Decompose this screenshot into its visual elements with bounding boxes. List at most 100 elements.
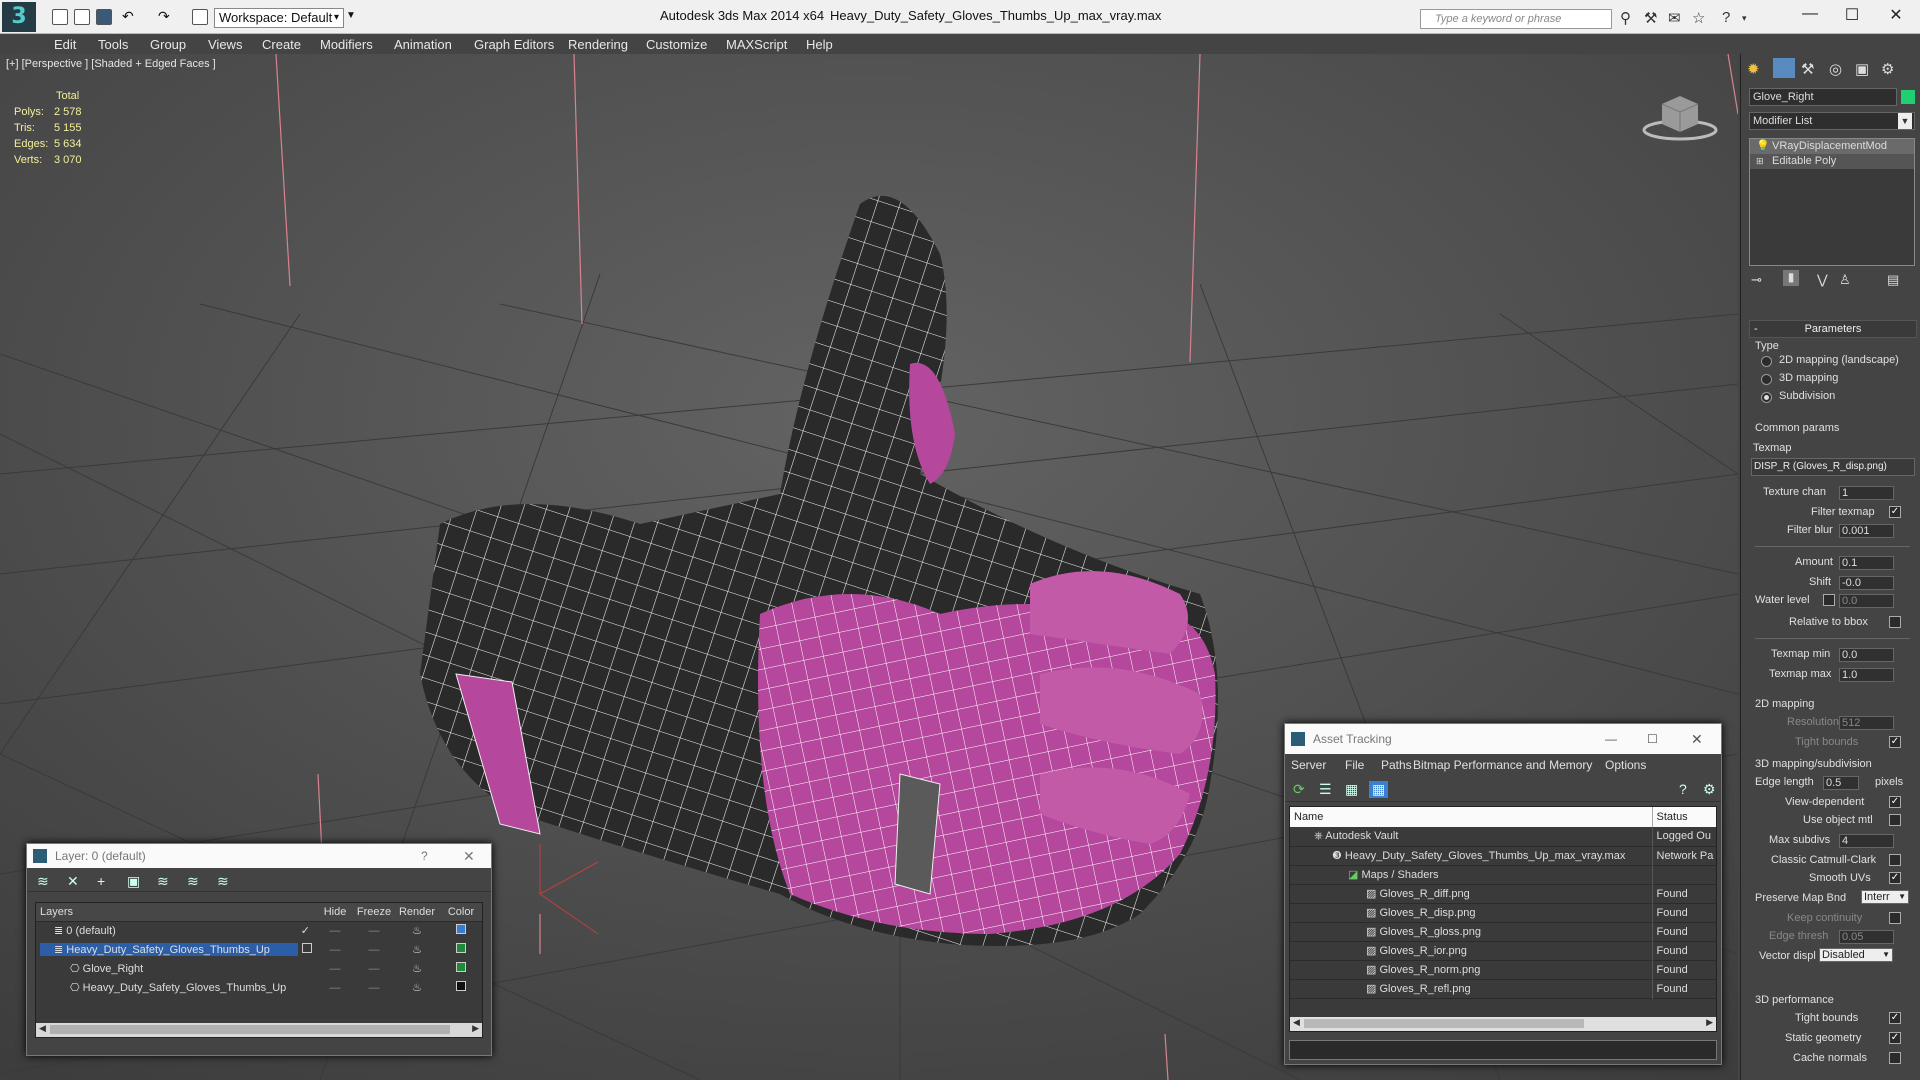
expand-plus-icon[interactable]: ⊞ bbox=[1756, 154, 1764, 169]
freeze-toggle[interactable]: — bbox=[354, 921, 394, 940]
resolution-spinner[interactable]: 512 bbox=[1839, 716, 1894, 730]
maximize-button[interactable]: ☐ bbox=[1832, 5, 1872, 25]
texmap-max-spinner[interactable]: 1.0 bbox=[1839, 668, 1894, 682]
undo-icon[interactable]: ↶ bbox=[122, 8, 138, 24]
texmap-button[interactable]: DISP_R (Gloves_R_disp.png) bbox=[1751, 458, 1915, 476]
scroll-left-icon[interactable]: ◀ bbox=[1293, 1017, 1300, 1028]
asset-help-icon[interactable]: ? bbox=[1679, 781, 1687, 797]
hide-toggle[interactable]: — bbox=[316, 978, 354, 997]
menu-modifiers[interactable]: Modifiers bbox=[320, 37, 373, 52]
display-tab-icon[interactable]: ▣ bbox=[1855, 60, 1869, 78]
perf-tight-bounds-checkbox[interactable]: ✓ bbox=[1889, 1012, 1901, 1024]
highlight-layer-icon[interactable]: ≋ bbox=[187, 873, 199, 890]
menu-edit[interactable]: Edit bbox=[54, 37, 76, 52]
object-row[interactable]: ⎔ Heavy_Duty_Safety_Gloves_Thumbs_Up — — … bbox=[36, 978, 482, 997]
asset-row[interactable]: ◪ Maps / Shaders bbox=[1290, 865, 1716, 884]
view-dependent-checkbox[interactable]: ✓ bbox=[1889, 796, 1901, 808]
menu-maxscript[interactable]: MAXScript bbox=[726, 37, 787, 52]
cache-normals-checkbox[interactable] bbox=[1889, 1052, 1901, 1064]
classic-catmull-checkbox[interactable] bbox=[1889, 854, 1901, 866]
modify-tab-icon[interactable] bbox=[1773, 58, 1795, 78]
object-row[interactable]: ⎔ Glove_Right — — ♨ bbox=[36, 959, 482, 978]
delete-layer-icon[interactable]: ✕ bbox=[67, 873, 79, 890]
menu-group[interactable]: Group bbox=[150, 37, 186, 52]
select-objects-icon[interactable]: ≋ bbox=[157, 873, 169, 890]
help-icon[interactable]: ? bbox=[1722, 9, 1730, 26]
table-view-icon[interactable]: ▦ bbox=[1369, 781, 1389, 798]
asset-menu-paths[interactable]: Paths bbox=[1381, 758, 1412, 772]
asset-row[interactable]: ▨ Gloves_R_ior.png Found bbox=[1290, 941, 1716, 960]
layer-close-button[interactable]: ✕ bbox=[463, 844, 475, 868]
layer-panel-header[interactable]: Layer: 0 (default) ? ✕ bbox=[27, 844, 491, 868]
new-file-icon[interactable] bbox=[52, 9, 68, 25]
parameters-rollout-header[interactable]: - Parameters bbox=[1749, 320, 1917, 338]
scroll-right-icon[interactable]: ▶ bbox=[472, 1023, 479, 1034]
close-window-button[interactable]: ✕ bbox=[1876, 5, 1916, 25]
radio-subdivision[interactable] bbox=[1761, 392, 1772, 403]
render-teapot-icon[interactable]: ♨ bbox=[394, 978, 440, 997]
active-layer-check-icon[interactable]: ✓ bbox=[301, 924, 316, 937]
chevron-down-icon[interactable]: ▼ bbox=[1882, 949, 1890, 961]
open-file-icon[interactable] bbox=[74, 9, 90, 25]
menu-views[interactable]: Views bbox=[208, 37, 242, 52]
layer-help-button[interactable]: ? bbox=[421, 844, 428, 868]
menu-tools[interactable]: Tools bbox=[98, 37, 128, 52]
menu-create[interactable]: Create bbox=[262, 37, 301, 52]
filter-texmap-checkbox[interactable]: ✓ bbox=[1889, 506, 1901, 518]
thumbnail-view-icon[interactable]: ▦ bbox=[1345, 781, 1358, 798]
stack-item-vraydisplacement[interactable]: 💡 VRayDisplacementMod bbox=[1750, 139, 1914, 154]
modifier-list-dropdown[interactable]: Modifier List ▼ bbox=[1749, 112, 1915, 130]
render-teapot-icon[interactable]: ♨ bbox=[394, 959, 440, 978]
asset-row[interactable]: ▨ Gloves_R_gloss.png Found bbox=[1290, 922, 1716, 941]
customize-toolbar-icon[interactable]: ▼ bbox=[346, 10, 362, 26]
smooth-uvs-checkbox[interactable]: ✓ bbox=[1889, 872, 1901, 884]
menu-help[interactable]: Help bbox=[806, 37, 833, 52]
list-view-icon[interactable]: ☰ bbox=[1319, 781, 1332, 798]
freeze-toggle[interactable]: — bbox=[354, 959, 394, 978]
asset-row[interactable]: ▨ Gloves_R_refl.png Found bbox=[1290, 979, 1716, 998]
viewcube-icon[interactable] bbox=[1640, 84, 1720, 144]
asset-row[interactable]: ▨ Gloves_R_disp.png Found bbox=[1290, 903, 1716, 922]
col-render[interactable]: Render bbox=[394, 903, 440, 921]
make-unique-icon[interactable]: ⋁ bbox=[1817, 272, 1828, 288]
asset-minimize-button[interactable]: — bbox=[1605, 724, 1617, 754]
scroll-left-icon[interactable]: ◀ bbox=[39, 1023, 46, 1034]
vector-displ-dropdown[interactable]: Disabled ▼ bbox=[1819, 948, 1893, 962]
edge-length-spinner[interactable]: 0.5 bbox=[1823, 776, 1859, 790]
texmap-min-spinner[interactable]: 0.0 bbox=[1839, 648, 1894, 662]
asset-horizontal-scrollbar[interactable]: ◀ ▶ bbox=[1290, 1017, 1716, 1031]
amount-spinner[interactable]: 0.1 bbox=[1839, 556, 1894, 570]
object-color-swatch[interactable] bbox=[1901, 90, 1915, 104]
keep-continuity-checkbox[interactable] bbox=[1889, 912, 1901, 924]
layer-row[interactable]: ≣ Heavy_Duty_Safety_Gloves_Thumbs_Up — — … bbox=[36, 940, 482, 959]
menu-animation[interactable]: Animation bbox=[394, 37, 452, 52]
menu-rendering[interactable]: Rendering bbox=[568, 37, 628, 52]
favorites-star-icon[interactable]: ☆ bbox=[1692, 9, 1705, 27]
filter-blur-spinner[interactable]: 0.001 bbox=[1839, 524, 1894, 538]
use-object-mtl-checkbox[interactable] bbox=[1889, 814, 1901, 826]
lightbulb-icon[interactable]: 💡 bbox=[1756, 139, 1770, 154]
asset-maximize-button[interactable]: ☐ bbox=[1647, 724, 1658, 754]
save-file-icon[interactable] bbox=[96, 9, 112, 25]
communication-icon[interactable]: ✉ bbox=[1668, 9, 1681, 27]
col-layers[interactable]: Layers bbox=[36, 903, 316, 921]
pin-stack-icon[interactable]: ⊸ bbox=[1751, 272, 1762, 288]
asset-row[interactable]: ▨ Gloves_R_diff.png Found bbox=[1290, 884, 1716, 903]
asset-settings-icon[interactable]: ⚙ bbox=[1703, 781, 1716, 798]
redo-icon[interactable]: ↷ bbox=[158, 8, 174, 24]
water-level-checkbox[interactable] bbox=[1823, 594, 1835, 606]
preserve-map-dropdown[interactable]: Interr ▼ bbox=[1861, 890, 1909, 904]
active-layer-checkbox[interactable] bbox=[302, 943, 312, 953]
chevron-down-icon[interactable]: ▼ bbox=[1898, 891, 1906, 903]
scroll-thumb[interactable] bbox=[50, 1025, 450, 1034]
scroll-thumb[interactable] bbox=[1304, 1019, 1584, 1028]
object-color-swatch[interactable] bbox=[456, 981, 466, 991]
relative-bbox-checkbox[interactable] bbox=[1889, 616, 1901, 628]
menu-customize[interactable]: Customize bbox=[646, 37, 707, 52]
refresh-icon[interactable]: ⟳ bbox=[1293, 781, 1305, 798]
motion-tab-icon[interactable]: ◎ bbox=[1829, 60, 1842, 78]
hide-toggle[interactable]: — bbox=[316, 940, 354, 959]
col-color[interactable]: Color bbox=[440, 903, 482, 921]
hide-toggle[interactable]: — bbox=[316, 921, 354, 940]
selected-layer-name[interactable]: ≣ Heavy_Duty_Safety_Gloves_Thumbs_Up bbox=[40, 943, 298, 956]
